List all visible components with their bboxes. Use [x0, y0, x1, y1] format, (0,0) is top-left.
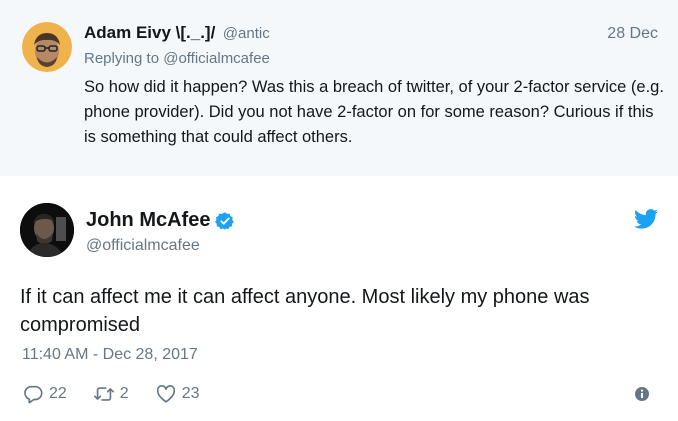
- retweet-icon: [93, 387, 114, 401]
- reply-text: So how did it happen? Was this a breach …: [84, 78, 664, 146]
- replying-to-mention[interactable]: @officialmcafee: [163, 50, 270, 67]
- reply-author-name[interactable]: Adam Eivy \[._.]/: [84, 23, 215, 42]
- verified-badge-icon: [215, 211, 235, 230]
- tweet-text: If it can affect me it can affect anyone…: [20, 286, 590, 336]
- main-avatar[interactable]: [20, 203, 74, 257]
- info-icon[interactable]: [634, 386, 650, 402]
- reply-tweet[interactable]: Adam Eivy \[._.]/ @antic 28 Dec Replying…: [0, 0, 678, 176]
- tweet-timestamp[interactable]: 11:40 AM - Dec 28, 2017: [22, 346, 198, 364]
- reply-bubble-icon: [24, 385, 43, 404]
- twitter-bird-icon[interactable]: [634, 209, 658, 229]
- reply-author-handle[interactable]: @antic: [223, 25, 270, 42]
- like-button[interactable]: 23: [155, 383, 200, 405]
- reply-date[interactable]: 28 Dec: [607, 25, 658, 43]
- reply-author[interactable]: Adam Eivy \[._.]/ @antic: [84, 23, 270, 43]
- tweet-actions: 22 2 23: [22, 383, 226, 405]
- retweet-count: 2: [119, 385, 129, 402]
- retweet-button[interactable]: 2: [93, 383, 129, 405]
- reply-avatar[interactable]: [22, 22, 72, 72]
- reply-avatar-image: [22, 22, 72, 72]
- tweet-author[interactable]: John McAfee: [86, 209, 235, 232]
- like-count: 23: [181, 385, 200, 402]
- heart-icon: [156, 385, 175, 403]
- replying-to: Replying to @officialmcafee: [84, 50, 270, 67]
- main-tweet: John McAfee @officialmcafee If it can af…: [0, 176, 678, 421]
- main-avatar-image: [20, 203, 74, 257]
- tweet-author-handle[interactable]: @officialmcafee: [86, 237, 200, 255]
- tweet-author-name[interactable]: John McAfee: [86, 209, 210, 232]
- replying-to-label: Replying to: [84, 50, 160, 67]
- reply-count: 22: [49, 385, 67, 402]
- reply-button[interactable]: 22: [22, 383, 67, 405]
